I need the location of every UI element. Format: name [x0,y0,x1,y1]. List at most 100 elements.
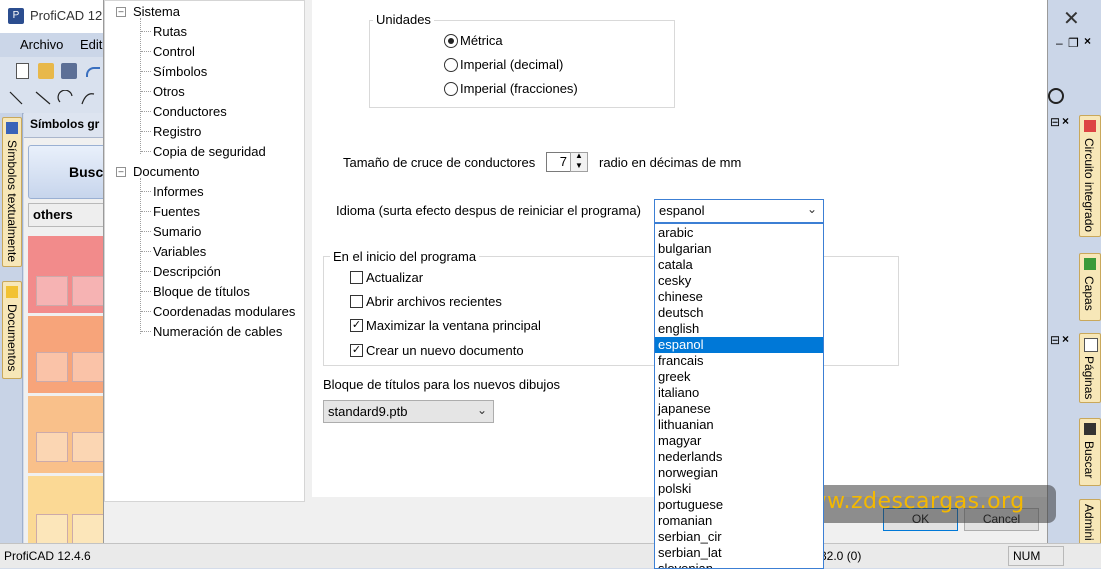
diode-symbol-icon[interactable] [36,514,68,544]
tab-paginas[interactable]: Páginas [1079,333,1101,403]
radio-metrica[interactable] [444,34,458,48]
pin-icon-2[interactable]: ⊟ [1050,333,1060,347]
checkbox-maximizar[interactable]: ✓ [350,319,363,332]
tree-numeracion-cables[interactable]: Numeración de cables [153,324,282,339]
language-option-serbian_lat[interactable]: serbian_lat [655,545,823,561]
crossing-size-label: Tamaño de cruce de conductores [343,155,536,170]
tree-copia-seguridad[interactable]: Copia de seguridad [153,144,266,159]
no-entry-icon[interactable] [1048,88,1064,104]
tree-registro[interactable]: Registro [153,124,201,139]
tab-simbolos-textualmente[interactable]: Símbolos textualmente [2,117,22,267]
collapse-documento-icon[interactable]: – [116,167,126,177]
language-option-polski[interactable]: polski [655,481,823,497]
arrow-up-symbol-icon[interactable] [72,432,104,462]
tree-sistema[interactable]: Sistema [133,4,180,19]
new-file-icon[interactable] [16,63,29,79]
tree-simbolos[interactable]: Símbolos [153,64,207,79]
language-select[interactable]: espanol ⌄ [654,199,824,223]
tab-documentos[interactable]: Documentos [2,281,22,379]
language-option-chinese[interactable]: chinese [655,289,823,305]
language-option-arabic[interactable]: arabic [655,225,823,241]
language-option-greek[interactable]: greek [655,369,823,385]
radio-imperial-fracciones[interactable] [444,82,458,96]
minimize-icon[interactable]: – [1056,36,1063,50]
pin-icon[interactable]: ⊟ [1050,115,1060,129]
tree-bloque-titulos[interactable]: Bloque de títulos [153,284,250,299]
language-option-italiano[interactable]: italiano [655,385,823,401]
checkbox-maximizar-label[interactable]: Maximizar la ventana principal [366,318,541,333]
menu-archivo[interactable]: Archivo [20,37,63,52]
collapse-sistema-icon[interactable]: – [116,7,126,17]
language-option-norwegian[interactable]: norwegian [655,465,823,481]
panel-close-icon-2[interactable]: × [1062,332,1069,346]
language-option-deutsch[interactable]: deutsch [655,305,823,321]
checkbox-actualizar-label[interactable]: Actualizar [366,270,423,285]
ground-symbol-icon[interactable] [72,352,104,382]
tree-descripcion[interactable]: Descripción [153,264,221,279]
language-label: Idioma (surta efecto despus de reiniciar… [336,203,641,218]
terminal-symbol-icon[interactable] [72,276,104,306]
tree-sumario[interactable]: Sumario [153,224,201,239]
fuse-symbol-icon[interactable] [36,276,68,306]
language-option-serbian_cir[interactable]: serbian_cir [655,529,823,545]
crossing-size-input[interactable]: 7 [546,152,572,172]
category-select[interactable]: others [28,203,110,227]
panel-close-icon[interactable]: × [1062,114,1069,128]
language-option-bulgarian[interactable]: bulgarian [655,241,823,257]
language-option-cesky[interactable]: cesky [655,273,823,289]
tree-conductores[interactable]: Conductores [153,104,227,119]
tab-circuito-integrado[interactable]: Circuito integrado [1079,115,1101,237]
menubar: Archivo Edit [0,33,103,57]
dialog-close-icon[interactable]: ✕ [1063,6,1080,31]
language-dropdown-list[interactable]: arabic bulgarian catala cesky chinese deutsch… [654,223,824,569]
language-option-lithuanian[interactable]: lithuanian [655,417,823,433]
save-icon[interactable] [61,63,77,79]
restore-icon[interactable]: ❐ [1068,36,1079,50]
tree-control[interactable]: Control [153,44,195,59]
tree-documento[interactable]: Documento [133,164,199,179]
tree-otros[interactable]: Otros [153,84,185,99]
tab-admin[interactable]: Admini [1079,499,1101,545]
tree-coordenadas-modulares[interactable]: Coordenadas modulares [153,304,295,319]
open-folder-icon[interactable] [38,63,54,79]
language-option-english[interactable]: english [655,321,823,337]
tree-rutas[interactable]: Rutas [153,24,187,39]
tab-capas[interactable]: Capas [1079,253,1101,321]
left-dock-tabs: Símbolos textualmente Documentos [0,113,23,543]
radio-imperial-decimal-label[interactable]: Imperial (decimal) [460,57,563,72]
tree-informes[interactable]: Informes [153,184,204,199]
language-option-slovenian[interactable]: slovenian [655,561,823,568]
language-option-nederlands[interactable]: nederlands [655,449,823,465]
spin-up-icon[interactable]: ▲ [575,151,583,160]
crossing-size-spinner[interactable]: ▲ ▼ [570,151,588,172]
language-option-magyar[interactable]: magyar [655,433,823,449]
symbol-search-button[interactable]: Busc [28,145,110,199]
menu-edit[interactable]: Edit [80,37,102,52]
checkbox-nuevo-documento-label[interactable]: Crear un nuevo documento [366,343,524,358]
undo-icon[interactable] [86,67,100,77]
language-option-francais[interactable]: francais [655,353,823,369]
box-symbol-icon[interactable] [72,514,104,544]
checkbox-actualizar[interactable] [350,271,363,284]
checkbox-abrir-recientes-label[interactable]: Abrir archivos recientes [366,294,502,309]
mdi-window-controls[interactable]: – ❐ × [1046,33,1101,55]
tab-buscar[interactable]: Buscar [1079,418,1101,486]
language-option-espanol[interactable]: espanol [655,337,823,353]
checkbox-nuevo-documento[interactable]: ✓ [350,344,363,357]
title-block-select[interactable]: standard9.ptb ⌄ [323,400,494,423]
language-option-romanian[interactable]: romanian [655,513,823,529]
checkbox-abrir-recientes[interactable] [350,295,363,308]
draw-tools-icon[interactable] [8,90,98,108]
language-option-japanese[interactable]: japanese [655,401,823,417]
tree-variables[interactable]: Variables [153,244,206,259]
language-option-catala[interactable]: catala [655,257,823,273]
spin-down-icon[interactable]: ▼ [575,161,583,170]
radio-imperial-decimal[interactable] [444,58,458,72]
angle-symbol-icon[interactable] [36,432,68,462]
language-option-portuguese[interactable]: portuguese [655,497,823,513]
close-doc-icon[interactable]: × [1084,34,1091,48]
radio-imperial-fracciones-label[interactable]: Imperial (fracciones) [460,81,578,96]
resistor-symbol-icon[interactable] [36,352,68,382]
tree-fuentes[interactable]: Fuentes [153,204,200,219]
radio-metrica-label[interactable]: Métrica [460,33,503,48]
